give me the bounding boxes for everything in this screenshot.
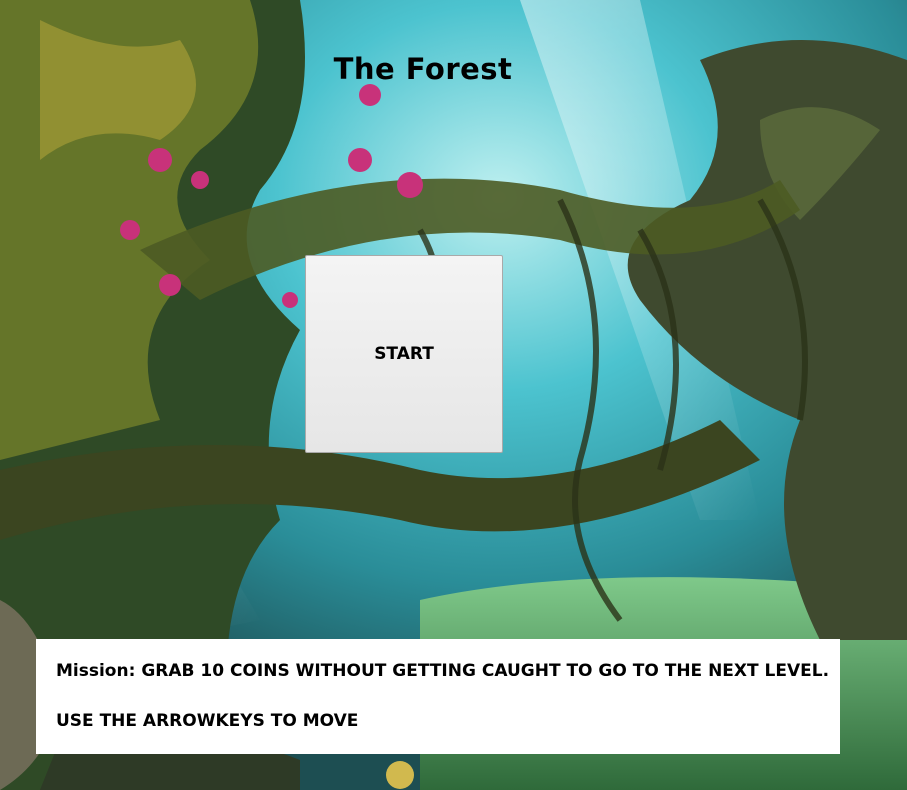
instructions-panel: Mission: GRAB 10 COINS WITHOUT GETTING C… [36, 639, 840, 754]
controls-text: USE THE ARROWKEYS TO MOVE [56, 711, 359, 731]
mission-label: Mission: [56, 661, 136, 681]
start-button-label: START [374, 344, 434, 364]
start-button[interactable]: START [305, 255, 503, 453]
mission-text: GRAB 10 COINS WITHOUT GETTING CAUGHT TO … [141, 661, 830, 681]
mission-line: Mission: GRAB 10 COINS WITHOUT GETTING C… [56, 659, 829, 683]
game-title: The Forest [333, 52, 513, 86]
controls-line: USE THE ARROWKEYS TO MOVE [56, 709, 820, 733]
